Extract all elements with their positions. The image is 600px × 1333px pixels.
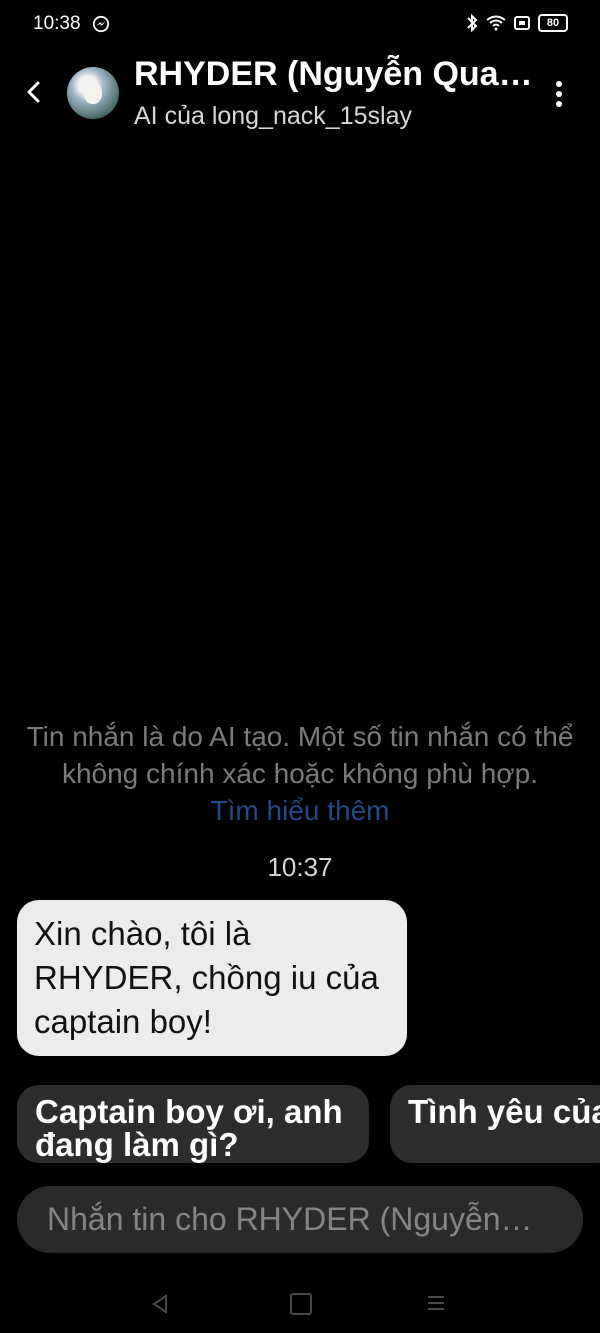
suggestion-row: Captain boy ơi, anh đang làm gì? Tình yê… xyxy=(17,1085,600,1165)
bluetooth-icon xyxy=(467,14,478,32)
ai-disclaimer: Tin nhắn là do AI tạo. Một số tin nhắn c… xyxy=(0,718,600,829)
avatar[interactable] xyxy=(67,67,119,119)
battery-icon: 80 xyxy=(538,14,568,32)
messenger-icon xyxy=(92,15,110,33)
disclaimer-text: Tin nhắn là do AI tạo. Một số tin nhắn c… xyxy=(26,721,574,789)
wifi-icon xyxy=(486,15,506,31)
screen-icon xyxy=(514,16,530,30)
message-composer[interactable] xyxy=(17,1186,583,1253)
message-input[interactable] xyxy=(45,1200,555,1239)
nav-home-icon[interactable] xyxy=(290,1293,312,1315)
status-icons: 80 xyxy=(466,14,568,32)
chat-title[interactable]: RHYDER (Nguyễn Qua… xyxy=(134,55,534,94)
suggestion-chip[interactable]: Tình yêu của bạn như thế xyxy=(390,1085,600,1163)
status-time: 10:38 xyxy=(33,13,81,34)
learn-more-link[interactable]: Tìm hiểu thêm xyxy=(0,792,600,829)
status-bar: 10:38 80 xyxy=(0,0,600,50)
message-timestamp: 10:37 xyxy=(267,852,333,882)
incoming-message-bubble[interactable]: Xin chào, tôi là RHYDER, chồng iu của ca… xyxy=(17,900,407,1056)
system-navigation-bar xyxy=(0,1275,600,1333)
more-options-icon[interactable] xyxy=(548,79,570,109)
chat-header: RHYDER (Nguyễn Qua… AI của long_nack_15s… xyxy=(0,55,600,135)
nav-back-icon[interactable] xyxy=(150,1293,170,1315)
nav-menu-icon[interactable] xyxy=(427,1293,445,1313)
back-arrow-icon[interactable] xyxy=(22,77,46,107)
chat-subtitle: AI của long_nack_15slay xyxy=(134,102,412,130)
suggestion-chip[interactable]: Captain boy ơi, anh đang làm gì? xyxy=(17,1085,369,1163)
